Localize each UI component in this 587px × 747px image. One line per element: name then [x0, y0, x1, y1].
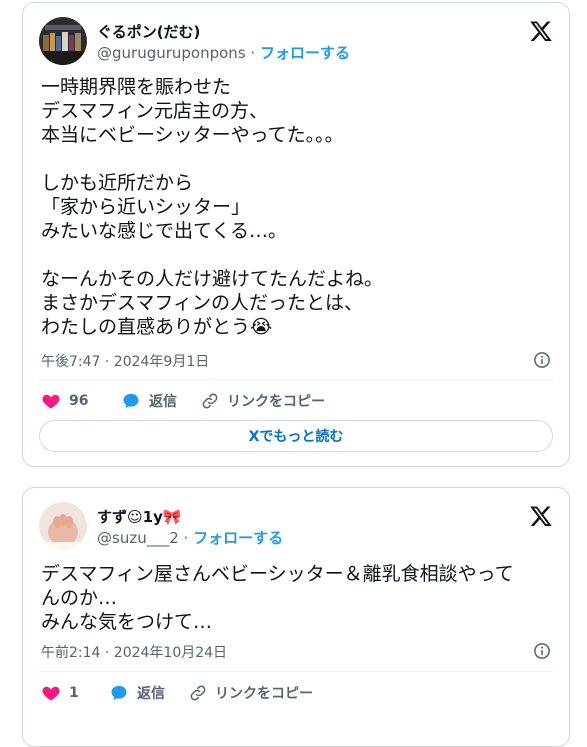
link-icon — [202, 393, 218, 409]
reply-label: 返信 — [149, 394, 177, 410]
separator-dot: · — [183, 529, 189, 547]
copy-link-button[interactable]: リンクをコピー — [189, 683, 313, 703]
tweet-timestamp[interactable]: 午前2:14 · 2024年10月24日 — [41, 642, 227, 662]
tweet-card: ぐるポン(だむ) @guruguruponpons · フォローする 一時期界隈… — [22, 2, 570, 467]
avatar[interactable] — [39, 17, 87, 65]
avatar[interactable] — [39, 502, 87, 550]
user-handle[interactable]: @guruguruponpons — [97, 44, 246, 62]
info-icon[interactable] — [533, 351, 551, 369]
tweet-actions: 1 返信 リンクをコピー — [41, 683, 551, 705]
tweet-card: すず☺︎1y🎀 @suzu___2 · フォローする デスマフィン屋さんベビーシ… — [22, 487, 570, 747]
tweet-text: 一時期界隈を賑わせた デスマフィン元店主の方、 本当にベビーシッターやってた。。… — [41, 76, 384, 338]
separator-dot: · — [250, 44, 256, 62]
copy-link-label: リンクをコピー — [215, 686, 313, 702]
reply-button[interactable]: 返信 — [109, 683, 165, 703]
reply-bubble-icon — [123, 393, 139, 409]
display-name[interactable]: すず☺︎1y🎀 — [97, 506, 182, 527]
info-icon[interactable] — [533, 642, 551, 660]
divider — [39, 671, 553, 672]
copy-link-button[interactable]: リンクをコピー — [201, 391, 325, 411]
link-icon — [190, 685, 206, 701]
follow-button[interactable]: フォローする — [260, 44, 350, 62]
reply-bubble-icon — [111, 685, 127, 701]
user-handle[interactable]: @suzu___2 — [97, 529, 179, 547]
like-count: 1 — [69, 685, 79, 701]
x-logo-icon[interactable] — [529, 19, 553, 43]
heart-icon — [42, 394, 60, 409]
tweet-text: デスマフィン屋さんベビーシッター＆離乳食相談やって んのか… みんな気をつけて… — [41, 563, 514, 633]
like-button[interactable]: 1 — [41, 683, 79, 703]
reply-label: 返信 — [137, 686, 165, 702]
display-name[interactable]: ぐるポン(だむ) — [97, 21, 200, 42]
like-button[interactable]: 96 — [41, 391, 88, 411]
follow-button[interactable]: フォローする — [193, 529, 283, 547]
handle-line: @guruguruponpons · フォローする — [97, 42, 350, 63]
handle-line: @suzu___2 · フォローする — [97, 527, 283, 548]
x-logo-icon[interactable] — [529, 504, 553, 528]
read-more-button[interactable]: Xでもっと読む — [39, 420, 553, 452]
heart-icon — [42, 686, 60, 701]
reply-button[interactable]: 返信 — [121, 391, 177, 411]
like-count: 96 — [69, 393, 89, 409]
tweet-header: ぐるポン(だむ) @guruguruponpons · フォローする — [39, 17, 555, 67]
copy-link-label: リンクをコピー — [227, 394, 325, 410]
tweet-header: すず☺︎1y🎀 @suzu___2 · フォローする — [39, 502, 555, 552]
tweet-actions: 96 返信 リンクをコピー — [41, 391, 551, 413]
tweet-timestamp[interactable]: 午後7:47 · 2024年9月1日 — [41, 351, 209, 371]
divider — [39, 379, 553, 380]
